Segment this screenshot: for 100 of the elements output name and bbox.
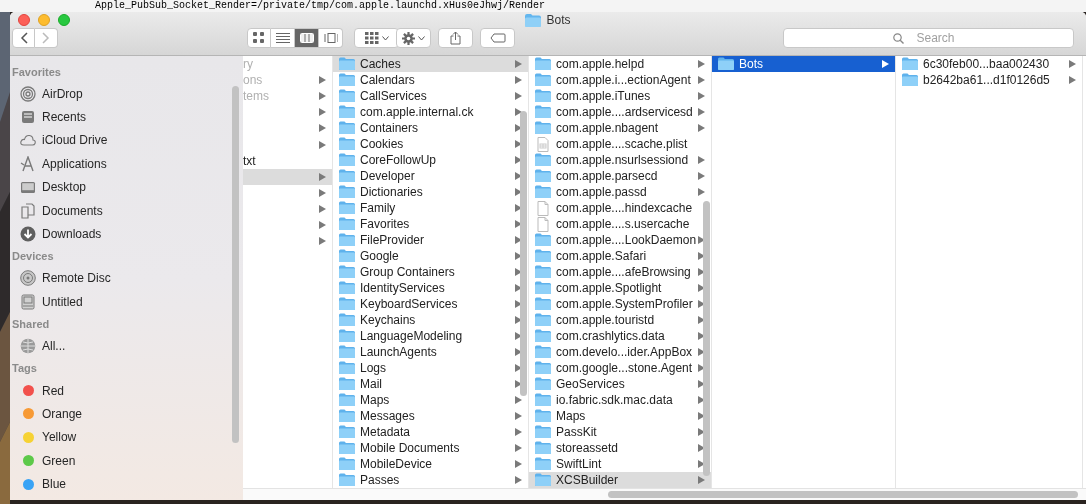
sidebar-item[interactable]: All...: [10, 334, 243, 358]
group-by-button[interactable]: [354, 28, 399, 48]
file-row[interactable]: Mobile Documents: [333, 440, 528, 456]
file-row[interactable]: Metadata: [333, 424, 528, 440]
file-row[interactable]: Containers: [333, 120, 528, 136]
file-row[interactable]: com.apple.nbagent: [529, 120, 711, 136]
folder-icon: [339, 360, 355, 376]
file-row[interactable]: Maps: [333, 392, 528, 408]
file-row[interactable]: com.develo...ider.AppBox: [529, 344, 711, 360]
folder-icon: [339, 72, 355, 88]
file-row[interactable]: Passes: [333, 472, 528, 488]
file-row[interactable]: CoreFollowUp: [333, 152, 528, 168]
file-row[interactable]: XCSBuilder: [529, 472, 711, 488]
sidebar-item[interactable]: AirDrop: [10, 82, 243, 106]
file-row[interactable]: io.fabric.sdk.mac.data: [529, 392, 711, 408]
search-field[interactable]: Search: [783, 28, 1074, 48]
file-row[interactable]: Group Containers: [333, 264, 528, 280]
folder-icon: [339, 152, 355, 168]
file-row[interactable]: com.apple.SystemProfiler: [529, 296, 711, 312]
file-row[interactable]: Dictionaries: [333, 184, 528, 200]
file-row[interactable]: MobileDevice: [333, 456, 528, 472]
sidebar-item[interactable]: Desktop: [10, 175, 243, 199]
file-row[interactable]: com.apple....hindexcache: [529, 200, 711, 216]
search-icon: [893, 33, 904, 44]
file-row[interactable]: [243, 168, 332, 185]
sidebar-item[interactable]: Blue: [10, 472, 243, 496]
file-row[interactable]: com.apple.internal.ck: [333, 104, 528, 120]
sidebar-item[interactable]: Documents: [10, 198, 243, 223]
file-row[interactable]: KeyboardServices: [333, 296, 528, 312]
chevron-left-icon: [19, 32, 28, 44]
file-row[interactable]: com.apple.i...ectionAgent: [529, 72, 711, 88]
tag-button[interactable]: [480, 28, 515, 48]
file-row[interactable]: com.apple....s.usercache: [529, 216, 711, 232]
file-row[interactable]: Family: [333, 200, 528, 216]
file-row[interactable]: b2642ba61...d1f0126d5: [896, 72, 1082, 89]
file-row[interactable]: Calendars: [333, 72, 528, 88]
expand-arrow-icon: [882, 60, 889, 69]
file-row[interactable]: PassKit: [529, 424, 711, 440]
file-row[interactable]: com.crashlytics.data: [529, 328, 711, 344]
file-row[interactable]: com.apple....ardservicesd: [529, 104, 711, 120]
file-row[interactable]: com.apple.parsecd: [529, 168, 711, 184]
file-row[interactable]: Messages: [333, 408, 528, 424]
sidebar-item[interactable]: Yellow: [10, 425, 243, 450]
file-row[interactable]: Cookies: [333, 136, 528, 152]
column-view-button[interactable]: [295, 28, 319, 48]
settings-button[interactable]: [396, 28, 431, 48]
file-row[interactable]: txt: [243, 152, 332, 169]
file-row[interactable]: com.apple....afeBrowsing: [529, 264, 711, 280]
folder-icon: [339, 280, 355, 296]
file-row[interactable]: com.apple.helpd: [529, 56, 711, 72]
file-row[interactable]: com.apple.Spotlight: [529, 280, 711, 296]
back-button[interactable]: [12, 28, 35, 48]
file-row[interactable]: Google: [333, 248, 528, 264]
file-row[interactable]: GeoServices: [529, 376, 711, 392]
folder-icon: [535, 232, 551, 248]
file-row[interactable]: IdentityServices: [333, 280, 528, 296]
file-row[interactable]: com.apple.touristd: [529, 312, 711, 328]
sidebar-item[interactable]: Recents: [10, 105, 243, 129]
sidebar-item[interactable]: Red: [10, 378, 243, 403]
sidebar-item[interactable]: Orange: [10, 402, 243, 426]
file-row[interactable]: Keychains: [333, 312, 528, 328]
file-row[interactable]: LaunchAgents: [333, 344, 528, 360]
file-row[interactable]: Mail: [333, 376, 528, 392]
file-row[interactable]: com.google...stone.Agent: [529, 360, 711, 376]
file-row[interactable]: com.apple....LookDaemon: [529, 232, 711, 248]
list-view-button[interactable]: [271, 28, 295, 48]
sidebar-item[interactable]: Downloads: [10, 222, 243, 246]
sidebar-item[interactable]: iCloud Drive: [10, 128, 243, 153]
share-button[interactable]: [438, 28, 473, 48]
sidebar-item[interactable]: Remote Disc: [10, 266, 243, 291]
file-row[interactable]: storeassetd: [529, 440, 711, 456]
folder-icon: [339, 88, 355, 104]
icon-view-button[interactable]: [247, 28, 271, 48]
file-row[interactable]: Maps: [529, 408, 711, 424]
file-row[interactable]: SwiftLint: [529, 456, 711, 472]
file-row[interactable]: com.apple.passd: [529, 184, 711, 200]
sidebar-item[interactable]: Applications: [10, 152, 243, 176]
close-button[interactable]: [18, 14, 30, 26]
file-row[interactable]: Favorites: [333, 216, 528, 232]
folder-icon: [339, 248, 355, 264]
tag-icon: [489, 33, 506, 43]
file-row[interactable]: com.apple.Safari: [529, 248, 711, 264]
file-row[interactable]: Bots: [712, 56, 895, 73]
sidebar-item[interactable]: Untitled: [10, 290, 243, 314]
minimize-button[interactable]: [38, 14, 50, 26]
file-row[interactable]: Developer: [333, 168, 528, 184]
file-row[interactable]: Logs: [333, 360, 528, 376]
file-row[interactable]: Caches: [333, 56, 528, 72]
window-title: Bots: [546, 12, 571, 28]
file-row[interactable]: com.apple.nsurlsessiond: [529, 152, 711, 168]
gallery-view-button[interactable]: [319, 28, 343, 48]
file-row[interactable]: LanguageModeling: [333, 328, 528, 344]
file-row[interactable]: CallServices: [333, 88, 528, 104]
file-row[interactable]: com.apple.iTunes: [529, 88, 711, 104]
zoom-button[interactable]: [58, 14, 70, 26]
chevron-right-icon: [42, 32, 50, 44]
file-row[interactable]: 6c30feb00...baa002430: [896, 56, 1082, 73]
file-row[interactable]: com.apple....scache.plist: [529, 136, 711, 152]
file-row[interactable]: FileProvider: [333, 232, 528, 248]
sidebar-item[interactable]: Green: [10, 449, 243, 473]
